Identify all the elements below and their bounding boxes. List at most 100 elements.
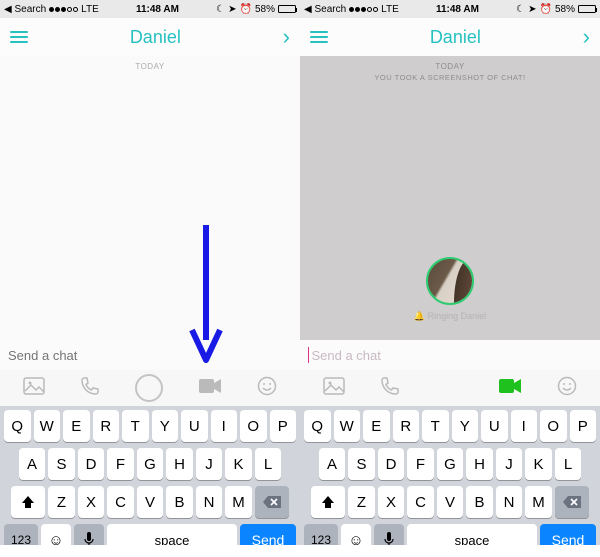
chat-area: TODAY [0,56,300,340]
letter-key-e[interactable]: E [63,410,90,442]
send-key[interactable]: Send [540,524,596,545]
backspace-key[interactable] [555,486,589,518]
letter-key-k[interactable]: K [225,448,252,480]
letter-key-a[interactable]: A [19,448,46,480]
numbers-key[interactable]: 123 [304,524,338,545]
back-to-app[interactable]: ◀ Search [304,4,346,15]
keyboard: QWERTYUIOP ASDFGHJKL ZXCVBNM 123 ☺ space… [0,406,300,545]
sticker-icon[interactable] [257,376,277,401]
mic-key[interactable] [374,524,404,545]
key-row-2: ASDFGHJKL [2,448,298,480]
letter-key-f[interactable]: F [407,448,434,480]
letter-key-s[interactable]: S [48,448,75,480]
letter-key-w[interactable]: W [34,410,61,442]
letter-key-o[interactable]: O [540,410,567,442]
letter-key-t[interactable]: T [122,410,149,442]
shift-key[interactable] [11,486,45,518]
letter-key-u[interactable]: U [481,410,508,442]
letter-key-v[interactable]: V [137,486,164,518]
letter-key-m[interactable]: M [225,486,252,518]
letter-key-z[interactable]: Z [348,486,375,518]
space-key[interactable]: space [407,524,537,545]
mic-key[interactable] [74,524,104,545]
letter-key-p[interactable]: P [570,410,597,442]
screenshot-notice: YOU TOOK A SCREENSHOT OF CHAT! [300,73,600,82]
chat-input[interactable] [8,348,292,363]
letter-key-h[interactable]: H [466,448,493,480]
letter-key-c[interactable]: C [407,486,434,518]
letter-key-s[interactable]: S [348,448,375,480]
emoji-key[interactable]: ☺ [341,524,371,545]
screenshot-right: ◀ Search LTE 11:48 AM ☾ ➤ ⏰ 58% Daniel ›… [300,0,600,545]
letter-key-x[interactable]: X [78,486,105,518]
letter-key-y[interactable]: Y [152,410,179,442]
letter-key-f[interactable]: F [107,448,134,480]
letter-key-q[interactable]: Q [4,410,31,442]
letter-key-i[interactable]: I [211,410,238,442]
capture-button[interactable] [135,374,163,402]
letter-key-l[interactable]: L [255,448,282,480]
chat-input-row[interactable] [0,340,300,370]
chat-input-row[interactable] [300,340,600,370]
gallery-icon[interactable] [23,377,45,400]
battery-pct: 58% [255,4,275,15]
sticker-icon[interactable] [557,376,577,401]
letter-key-c[interactable]: C [107,486,134,518]
chat-toolbar [300,370,600,406]
letter-key-n[interactable]: N [496,486,523,518]
letter-key-l[interactable]: L [555,448,582,480]
key-row-3: ZXCVBNM [302,486,598,518]
letter-key-r[interactable]: R [393,410,420,442]
letter-key-u[interactable]: U [181,410,208,442]
phone-icon[interactable] [80,376,100,401]
clock: 11:48 AM [136,4,179,15]
letter-key-j[interactable]: J [196,448,223,480]
backspace-key[interactable] [255,486,289,518]
letter-key-n[interactable]: N [196,486,223,518]
phone-icon[interactable] [380,376,400,401]
back-to-app[interactable]: ◀ Search [4,4,46,15]
letter-key-g[interactable]: G [137,448,164,480]
letter-key-w[interactable]: W [334,410,361,442]
letter-key-b[interactable]: B [466,486,493,518]
letter-key-y[interactable]: Y [452,410,479,442]
chat-toolbar [0,370,300,406]
letter-key-a[interactable]: A [319,448,346,480]
letter-key-o[interactable]: O [240,410,267,442]
letter-key-p[interactable]: P [270,410,297,442]
letter-key-i[interactable]: I [511,410,538,442]
letter-key-v[interactable]: V [437,486,464,518]
space-key[interactable]: space [107,524,237,545]
numbers-key[interactable]: 123 [4,524,38,545]
video-icon-active[interactable] [498,378,522,399]
emoji-key[interactable]: ☺ [41,524,71,545]
battery-icon [578,5,596,13]
letter-key-d[interactable]: D [78,448,105,480]
letter-key-m[interactable]: M [525,486,552,518]
keyboard: QWERTYUIOP ASDFGHJKL ZXCVBNM 123 ☺ space… [300,406,600,545]
call-avatar [426,257,474,305]
video-icon[interactable] [198,378,222,399]
letter-key-j[interactable]: J [496,448,523,480]
send-key[interactable]: Send [240,524,296,545]
letter-key-d[interactable]: D [378,448,405,480]
menu-button[interactable] [10,31,28,43]
letter-key-k[interactable]: K [525,448,552,480]
chat-forward-button[interactable]: › [583,24,590,50]
clock: 11:48 AM [436,4,479,15]
chat-forward-button[interactable]: › [283,24,290,50]
status-bar: ◀ Search LTE 11:48 AM ☾ ➤ ⏰ 58% [300,0,600,18]
letter-key-r[interactable]: R [93,410,120,442]
letter-key-h[interactable]: H [166,448,193,480]
letter-key-x[interactable]: X [378,486,405,518]
letter-key-z[interactable]: Z [48,486,75,518]
letter-key-e[interactable]: E [363,410,390,442]
letter-key-q[interactable]: Q [304,410,331,442]
shift-key[interactable] [311,486,345,518]
gallery-icon[interactable] [323,377,345,400]
letter-key-b[interactable]: B [166,486,193,518]
letter-key-g[interactable]: G [437,448,464,480]
menu-button[interactable] [310,31,328,43]
letter-key-t[interactable]: T [422,410,449,442]
chat-input[interactable] [311,348,592,363]
